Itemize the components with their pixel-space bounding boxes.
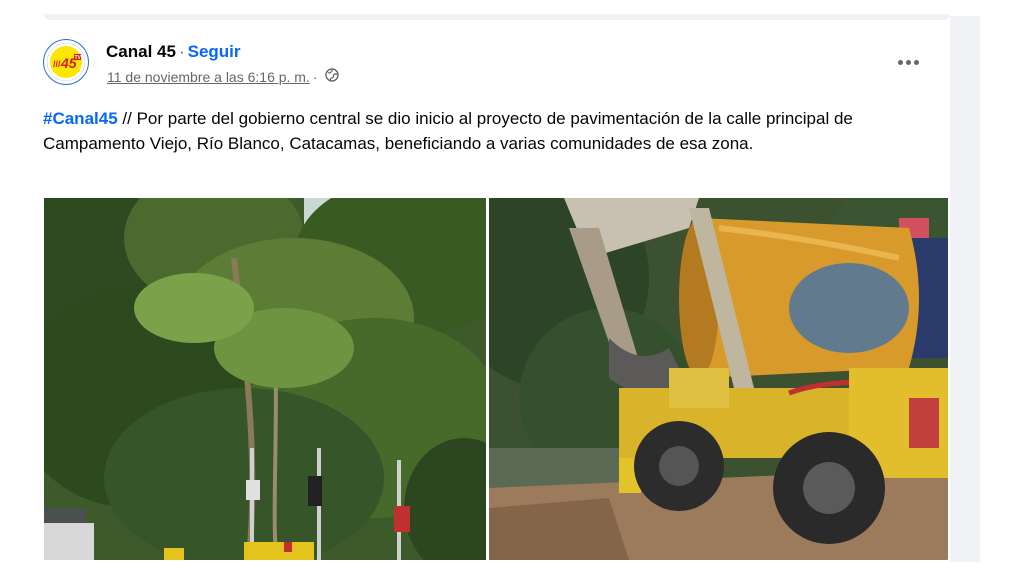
hashtag-link[interactable]: #Canal45 [43, 109, 118, 128]
more-options-icon-dot [897, 59, 903, 65]
author-name[interactable]: Canal 45 [106, 42, 176, 61]
author-separator: · [178, 42, 185, 61]
author-line: Canal 45 · Seguir [106, 42, 241, 62]
photo-forest-street[interactable] [44, 198, 486, 560]
post-timestamp[interactable]: 11 de noviembre a las 6:16 p. m. [107, 69, 310, 85]
avatar[interactable]: /// 45 TV [44, 40, 88, 84]
follow-button[interactable]: Seguir [188, 42, 241, 61]
post-card: /// 45 TV Canal 45 · Seguir 11 de noviembr… [30, 20, 948, 565]
photo-grid [44, 198, 948, 560]
post-body: // Por parte del gobierno central se dio… [43, 109, 853, 153]
globe-icon [324, 68, 339, 85]
more-options-icon-dot [913, 59, 919, 65]
meta-separator: · [312, 68, 318, 85]
more-options-icon-dot [905, 59, 911, 65]
photo-concrete-mixer[interactable] [489, 198, 948, 560]
feed-right-gutter [950, 16, 980, 562]
post-text: #Canal45 // Por parte del gobierno centr… [43, 106, 938, 156]
svg-text:TV: TV [75, 55, 82, 61]
post-meta: 11 de noviembre a las 6:16 p. m. · [107, 68, 339, 85]
canal45-logo: /// 45 TV [47, 43, 85, 81]
more-options-button[interactable] [890, 48, 926, 76]
svg-text:///: /// [53, 59, 61, 69]
